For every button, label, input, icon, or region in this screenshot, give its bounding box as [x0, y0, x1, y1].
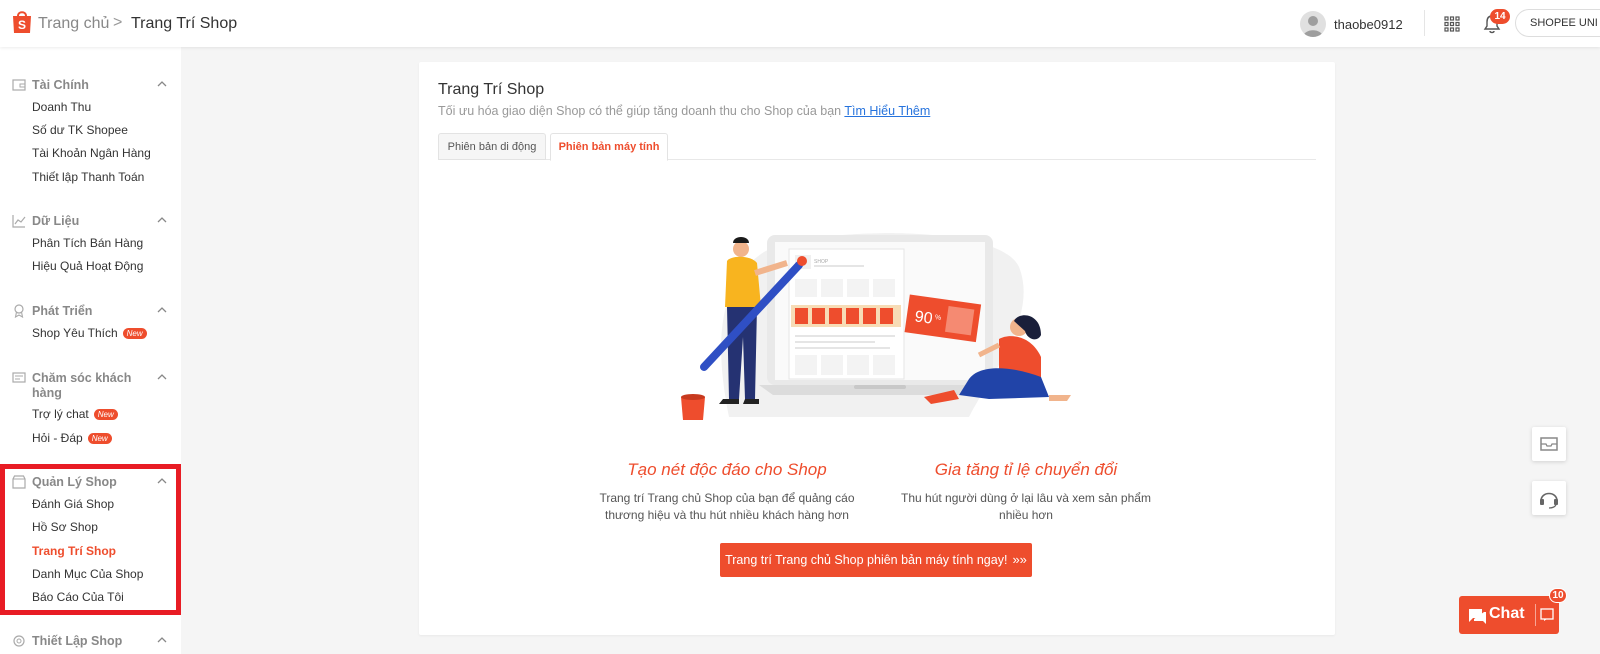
user-icon — [1303, 16, 1323, 37]
sidebar-item-qa[interactable]: Hỏi - Đáp New — [32, 431, 112, 445]
sidebar-item-label: Hỏi - Đáp — [32, 431, 83, 445]
sidebar-item-sales-analytics[interactable]: Phân Tích Bán Hàng — [32, 236, 143, 250]
headset-icon — [1540, 492, 1558, 509]
shopee-logo-icon[interactable]: S — [11, 9, 33, 34]
tab-mobile-version[interactable]: Phiên bản di động — [438, 133, 546, 160]
mail-button[interactable] — [1532, 427, 1566, 461]
breadcrumb-home[interactable]: Trang chủ — [38, 15, 109, 33]
decorate-desktop-button[interactable]: Trang trí Trang chủ Shop phiên bản máy t… — [720, 543, 1032, 577]
shop-decoration-illustration: SHOP 90 % — [681, 233, 1071, 420]
feature-title-conversion: Gia tăng tỉ lệ chuyển đổi — [934, 460, 1118, 479]
support-button[interactable] — [1532, 481, 1566, 515]
chat-divider — [1535, 604, 1536, 626]
apps-grid-icon[interactable] — [1444, 16, 1460, 32]
mail-icon — [1540, 437, 1558, 451]
sidebar-section-title: Thiết Lập Shop — [32, 634, 123, 648]
sidebar-item-revenue[interactable]: Doanh Thu — [32, 100, 91, 114]
sidebar-item-favorite-shop[interactable]: Shop Yêu Thích New — [32, 326, 147, 340]
sidebar-section-header[interactable]: Phát Triển — [0, 302, 181, 322]
illustration-shop-text: SHOP — [814, 259, 829, 265]
sidebar-section-growth: Phát Triển — [0, 302, 181, 322]
sidebar-section-header[interactable]: Dữ Liệu — [0, 212, 181, 232]
sidebar-item-chat-assistant[interactable]: Trợ lý chat New — [32, 407, 118, 421]
sidebar-section-header[interactable]: Chăm sóc khách hàng — [0, 369, 181, 401]
breadcrumb-separator: > — [113, 14, 123, 31]
sidebar-item-payment-settings[interactable]: Thiết lập Thanh Toán — [32, 170, 144, 184]
chevron-up-icon[interactable] — [157, 79, 167, 89]
feature-desc-conversion: Thu hút người dùng ở lại lâu và xem sản … — [901, 491, 1151, 522]
settings-icon — [13, 635, 25, 647]
sidebar-section-header[interactable]: Thiết Lập Shop — [0, 632, 181, 652]
avatar — [1300, 11, 1326, 37]
chevron-up-icon[interactable] — [157, 372, 167, 382]
sidebar-item-label: Trợ lý chat — [32, 407, 89, 421]
sidebar-section-title: Chăm sóc khách hàng — [32, 371, 132, 400]
chat-box-icon — [12, 372, 26, 383]
new-badge: New — [87, 433, 112, 444]
sidebar-section-header[interactable]: Tài Chính — [0, 76, 181, 96]
chat-count-badge: 10 — [1549, 588, 1567, 603]
sidebar-section-data: Dữ Liệu — [0, 212, 181, 232]
top-header: S Trang chủ > Trang Trí Shop thaobe0912 … — [0, 0, 1600, 47]
page-title: Trang Trí Shop — [438, 81, 545, 98]
user-menu[interactable]: thaobe0912 — [1300, 11, 1403, 37]
new-badge: New — [93, 409, 118, 420]
badge-icon — [14, 304, 24, 318]
feature-title-unique: Tạo nét độc đáo cho Shop — [627, 460, 827, 479]
chat-label: Chat — [1489, 605, 1525, 622]
feature-desc-unique: Trang trí Trang chủ Shop của bạn để quản… — [599, 491, 855, 522]
chevron-up-icon[interactable] — [157, 305, 167, 315]
illustration-discount-text: 90 — [914, 308, 934, 327]
cta-label: Trang trí Trang chủ Shop phiên bản máy t… — [725, 553, 1008, 567]
wallet-icon — [12, 79, 26, 91]
double-chevron-right-icon: »» — [1012, 552, 1027, 567]
sidebar-section-title: Phát Triển — [32, 304, 93, 318]
breadcrumb-current: Trang Trí Shop — [131, 15, 238, 32]
sidebar-section-title: Tài Chính — [32, 78, 89, 92]
sidebar-section-customer-care: Chăm sóc khách hàng — [0, 369, 181, 401]
chat-bubble-icon — [1469, 609, 1486, 624]
sidebar-section-title: Dữ Liệu — [32, 214, 80, 228]
subtitle-text: Tối ưu hóa giao diện Shop có thể giúp tă… — [438, 104, 842, 118]
chat-button[interactable]: Chat — [1459, 596, 1559, 634]
sidebar-section-shop-settings: Thiết Lập Shop — [0, 632, 181, 652]
tab-desktop-version[interactable]: Phiên bản máy tính — [550, 133, 668, 161]
shop-decoration-card: Trang Trí Shop Tối ưu hóa giao diện Shop… — [419, 62, 1335, 635]
sidebar-section-finance: Tài Chính — [0, 76, 181, 96]
shopee-uni-button[interactable]: SHOPEE UNI — [1515, 9, 1600, 37]
sidebar-item-performance[interactable]: Hiệu Quả Hoạt Động — [32, 259, 143, 273]
sidebar-item-bank-account[interactable]: Tài Khoản Ngân Hàng — [32, 146, 151, 160]
sidebar-item-label: Shop Yêu Thích — [32, 326, 118, 340]
username: thaobe0912 — [1334, 16, 1403, 32]
header-divider — [1424, 10, 1425, 36]
svg-text:S: S — [18, 18, 26, 32]
notification-count-badge: 14 — [1490, 9, 1510, 24]
chart-icon — [12, 215, 26, 228]
new-badge: New — [122, 328, 147, 339]
chevron-up-icon[interactable] — [157, 215, 167, 225]
illustration-percent-text: % — [934, 314, 941, 322]
expand-chat-icon[interactable] — [1540, 608, 1554, 622]
version-tabs: Phiên bản di động Phiên bản máy tính — [438, 133, 1316, 161]
chevron-up-icon[interactable] — [157, 635, 167, 645]
highlight-annotation-box — [0, 464, 181, 615]
learn-more-link[interactable]: Tìm Hiểu Thêm — [844, 104, 930, 118]
sidebar-item-balance[interactable]: Số dư TK Shopee — [32, 123, 128, 137]
page-subtitle: Tối ưu hóa giao diện Shop có thể giúp tă… — [438, 104, 930, 118]
